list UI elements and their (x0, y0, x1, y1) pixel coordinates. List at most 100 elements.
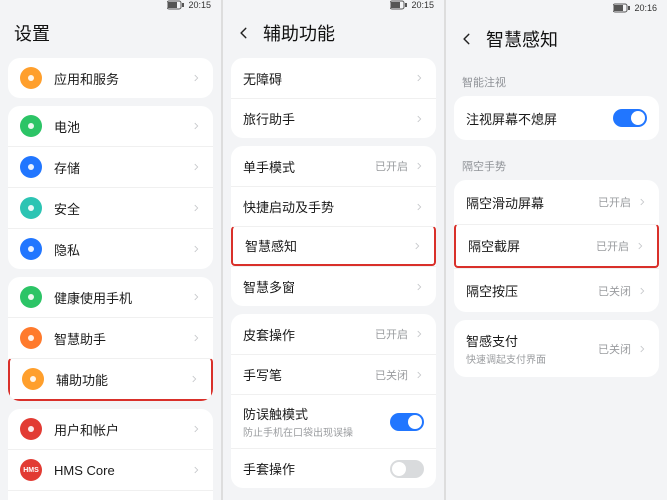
accessibility-list: 无障碍旅行助手单手模式已开启快捷启动及手势智慧感知智慧多窗皮套操作已开启手写笔已… (223, 58, 444, 500)
status-bar: 20:16 (446, 0, 667, 16)
row-label: 健康使用手机 (54, 288, 191, 307)
chevron-right-icon (191, 73, 201, 83)
settings-row[interactable]: 安全 (8, 187, 213, 228)
settings-row[interactable]: 应用和服务 (8, 58, 213, 98)
row-icon (20, 115, 42, 137)
row-label: 隔空按压 (466, 281, 598, 300)
chevron-right-icon (414, 329, 424, 339)
row-label: 智慧多窗 (243, 277, 414, 296)
row-smart-pay[interactable]: 智感支付 快速调起支付界面 已关闭 (454, 320, 659, 377)
chevron-right-icon (414, 202, 424, 212)
header: 辅助功能 (223, 10, 444, 58)
row-icon (20, 418, 42, 440)
chevron-right-icon (414, 370, 424, 380)
row-icon (22, 368, 44, 390)
section-label-air: 隔空手势 (446, 148, 667, 180)
settings-row[interactable]: 隐私 (8, 228, 213, 269)
row-label: 注视屏幕不熄屏 (466, 109, 613, 128)
note-text: 开启后,戴手套滑动屏幕触发该模式 (223, 496, 444, 500)
settings-row[interactable]: 电池 (8, 106, 213, 146)
accessibility-row[interactable]: 智慧感知 (231, 226, 436, 266)
accessibility-row[interactable]: 旅行助手 (231, 98, 436, 138)
row-label: 手套操作 (243, 459, 390, 478)
chevron-right-icon (191, 162, 201, 172)
row-label: 智慧感知 (245, 236, 412, 255)
row-icon (20, 67, 42, 89)
accessibility-row[interactable]: 防误触模式防止手机在口袋出现误操 (231, 394, 436, 448)
panel-smart-sensing: 20:16 智慧感知 智能注视 注视屏幕不熄屏 隔空手势 隔空滑动屏幕已开启隔空… (446, 0, 667, 500)
air-gesture-row[interactable]: 隔空按压已关闭 (454, 268, 659, 312)
row-status: 已关闭 (598, 341, 631, 357)
row-gaze-keep-on[interactable]: 注视屏幕不熄屏 (454, 96, 659, 140)
chevron-right-icon (189, 374, 199, 384)
row-label: HMS Core (54, 463, 191, 478)
air-gesture-row[interactable]: 隔空滑动屏幕已开启 (454, 180, 659, 224)
row-label: 隔空滑动屏幕 (466, 193, 598, 212)
row-icon (20, 286, 42, 308)
page-title: 智慧感知 (486, 26, 558, 52)
settings-row[interactable]: 健康使用手机 (8, 277, 213, 317)
row-status: 已开启 (375, 326, 408, 342)
settings-row[interactable]: HMSHMS Core (8, 449, 213, 490)
settings-row[interactable]: 存储 (8, 146, 213, 187)
chevron-right-icon (637, 344, 647, 354)
accessibility-row[interactable]: 无障碍 (231, 58, 436, 98)
settings-row[interactable]: 辅助功能 (8, 358, 213, 401)
settings-row[interactable]: 用户和帐户 (8, 409, 213, 449)
header: 设置 (0, 10, 221, 58)
chevron-right-icon (414, 114, 424, 124)
toggle[interactable] (390, 460, 424, 478)
row-icon (20, 327, 42, 349)
battery-icon (613, 3, 631, 13)
row-label: 无障碍 (243, 69, 414, 88)
chevron-right-icon (191, 333, 201, 343)
chevron-right-icon (637, 286, 647, 296)
status-bar: 20:15 (223, 0, 444, 10)
row-status: 已开启 (598, 194, 631, 210)
row-label: 存储 (54, 158, 191, 177)
chevron-right-icon (191, 465, 201, 475)
accessibility-row[interactable]: 手写笔已关闭 (231, 354, 436, 394)
chevron-right-icon (635, 241, 645, 251)
settings-row[interactable]: 智慧助手 (8, 317, 213, 358)
accessibility-row[interactable]: 皮套操作已开启 (231, 314, 436, 354)
chevron-right-icon (191, 424, 201, 434)
row-label: 旅行助手 (243, 109, 414, 128)
accessibility-row[interactable]: 单手模式已开启 (231, 146, 436, 186)
air-gesture-row[interactable]: 隔空截屏已开启 (454, 224, 659, 268)
toggle[interactable] (390, 413, 424, 431)
accessibility-row[interactable]: 手套操作 (231, 448, 436, 488)
chevron-right-icon (414, 161, 424, 171)
toggle-gaze[interactable] (613, 109, 647, 127)
chevron-right-icon (637, 197, 647, 207)
row-icon (20, 238, 42, 260)
row-icon (20, 156, 42, 178)
chevron-right-icon (412, 241, 422, 251)
battery-icon (167, 0, 185, 10)
status-bar: 20:15 (0, 0, 221, 10)
panel-accessibility: 20:15 辅助功能 无障碍旅行助手单手模式已开启快捷启动及手势智慧感知智慧多窗… (223, 0, 444, 500)
accessibility-row[interactable]: 快捷启动及手势 (231, 186, 436, 226)
section-label-gaze: 智能注视 (446, 64, 667, 96)
panel-settings: 20:15 设置 应用和服务电池存储安全隐私健康使用手机智慧助手辅助功能用户和帐… (0, 0, 221, 500)
status-time: 20:16 (634, 3, 657, 13)
row-status: 已关闭 (375, 367, 408, 383)
settings-row[interactable]: 系统和更新 (8, 490, 213, 500)
settings-list: 应用和服务电池存储安全隐私健康使用手机智慧助手辅助功能用户和帐户HMSHMS C… (0, 58, 221, 500)
accessibility-row[interactable]: 智慧多窗 (231, 266, 436, 306)
air-gesture-list: 隔空滑动屏幕已开启隔空截屏已开启隔空按压已关闭 (454, 180, 659, 312)
row-label: 手写笔 (243, 365, 375, 384)
row-label: 皮套操作 (243, 325, 375, 344)
row-sub: 快速调起支付界面 (466, 351, 598, 366)
status-time: 20:15 (411, 0, 434, 10)
page-title: 设置 (14, 20, 50, 46)
row-label: 电池 (54, 117, 191, 136)
header: 智慧感知 (446, 16, 667, 64)
back-icon[interactable] (237, 26, 251, 40)
battery-icon (390, 0, 408, 10)
row-label: 辅助功能 (56, 370, 189, 389)
row-sub: 防止手机在口袋出现误操 (243, 424, 390, 439)
back-icon[interactable] (460, 32, 474, 46)
row-label: 应用和服务 (54, 69, 191, 88)
chevron-right-icon (191, 203, 201, 213)
